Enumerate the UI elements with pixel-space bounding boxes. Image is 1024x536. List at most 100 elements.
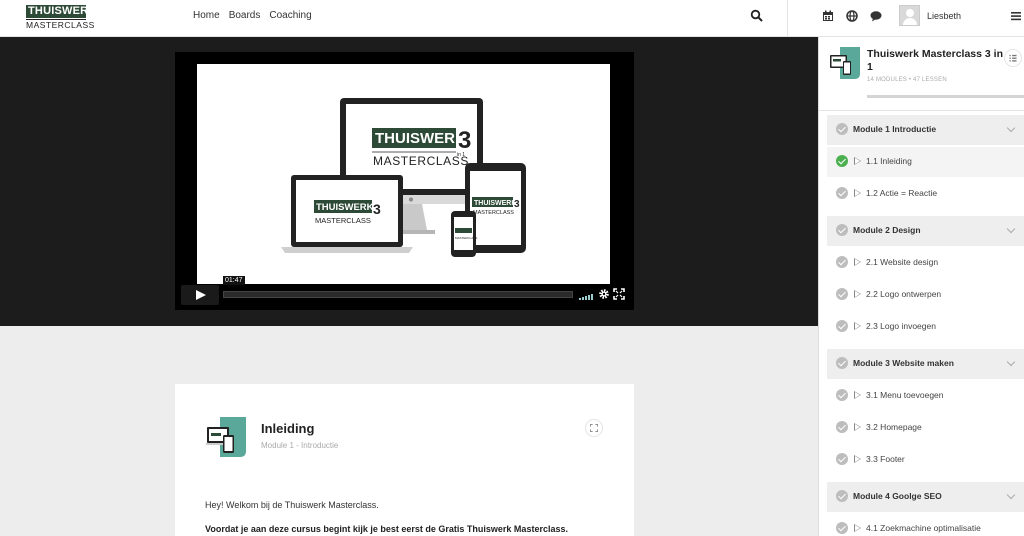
module-label: Module 4 Goolge SEO <box>853 491 942 501</box>
lesson-label: 2.1 Website design <box>866 257 939 267</box>
check-icon <box>836 288 848 300</box>
globe-icon[interactable] <box>845 9 859 23</box>
play-icon <box>854 524 861 532</box>
play-icon <box>854 391 861 399</box>
nav-coaching[interactable]: Coaching <box>269 10 311 21</box>
check-icon <box>836 320 848 332</box>
chevron-down-icon[interactable] <box>1006 224 1016 234</box>
user-name[interactable]: Liesbeth <box>927 11 961 21</box>
svg-text:MASTERCLASS: MASTERCLASS <box>455 236 477 240</box>
svg-text:THUISWERK: THUISWERK <box>375 130 466 147</box>
lesson-row-2-1[interactable]: 2.1 Website design <box>827 248 1024 278</box>
calendar-icon[interactable] <box>821 9 835 23</box>
play-icon <box>854 189 861 197</box>
nav-boards[interactable]: Boards <box>229 10 261 21</box>
course-meta: 14 MODULES • 47 LESSEN <box>867 77 947 83</box>
check-icon <box>836 256 848 268</box>
hamburger-icon[interactable] <box>1009 9 1023 23</box>
devices-illustration: THUISWERK 3 in 1 MASTERCLASS THUISWERK 3… <box>281 98 526 257</box>
lesson-label: 3.1 Menu toevoegen <box>866 390 944 400</box>
sidebar-divider <box>819 110 1024 111</box>
module-row-2[interactable]: Module 2 Design <box>827 216 1024 246</box>
check-icon <box>836 421 848 433</box>
lesson-label: 2.3 Logo invoegen <box>866 321 936 331</box>
video-progress-bar[interactable] <box>223 291 573 298</box>
check-icon <box>836 187 848 199</box>
lesson-thumbnail <box>206 417 246 457</box>
lesson-label: 3.3 Footer <box>866 454 905 464</box>
course-title: Thuiswerk Masterclass 3 in 1 <box>867 48 1003 73</box>
svg-text:3: 3 <box>458 127 471 154</box>
play-button[interactable] <box>181 285 219 305</box>
logo-top-text: THUISWERK <box>26 5 97 18</box>
user-menu[interactable]: Liesbeth <box>899 5 961 26</box>
check-icon <box>836 123 848 135</box>
lesson-row-3-1[interactable]: 3.1 Menu toevoegen <box>827 381 1024 411</box>
video-player[interactable]: THUISWERK 3 in 1 MASTERCLASS THUISWERK 3… <box>175 52 634 310</box>
avatar[interactable] <box>899 5 920 26</box>
play-icon <box>854 258 861 266</box>
svg-text:MASTERCLASS: MASTERCLASS <box>373 154 469 168</box>
module-row-3[interactable]: Module 3 Website maken <box>827 349 1024 379</box>
svg-text:MASTERCLASS: MASTERCLASS <box>315 216 371 225</box>
svg-text:THUISWERK: THUISWERK <box>316 202 374 213</box>
lesson-row-1-1[interactable]: 1.1 Inleiding <box>827 147 1024 177</box>
lesson-row-3-3[interactable]: 3.3 Footer <box>827 445 1024 475</box>
expand-icon[interactable] <box>585 419 603 437</box>
video-time: 01:47 <box>223 276 245 285</box>
module-label: Module 3 Website maken <box>853 358 954 368</box>
lesson-content-card: Inleiding Module 1 - Introductie Hey! We… <box>175 384 634 536</box>
play-icon <box>854 322 861 330</box>
check-icon <box>836 357 848 369</box>
lesson-paragraph-1: Hey! Welkom bij de Thuiswerk Masterclass… <box>205 500 379 510</box>
play-icon <box>854 455 861 463</box>
svg-text:MASTERCLASS: MASTERCLASS <box>473 210 514 216</box>
chat-icon[interactable] <box>869 9 883 23</box>
chevron-down-icon[interactable] <box>1006 123 1016 133</box>
lesson-label: 4.1 Zoekmachine optimalisatie <box>866 523 981 533</box>
svg-text:THUISWERK: THUISWERK <box>474 200 516 207</box>
header-divider <box>787 0 788 36</box>
main-nav: Home Boards Coaching <box>193 10 312 21</box>
svg-text:3: 3 <box>373 201 381 217</box>
course-progress-bar <box>867 95 1024 98</box>
lesson-row-2-2[interactable]: 2.2 Logo ontwerpen <box>827 280 1024 310</box>
lesson-label: 3.2 Homepage <box>866 422 922 432</box>
play-icon <box>854 290 861 298</box>
module-label: Module 1 Introductie <box>853 124 937 134</box>
top-bar: THUISWERK MASTERCLASS Home Boards Coachi… <box>0 0 1024 37</box>
chevron-down-icon[interactable] <box>1006 357 1016 367</box>
module-row-4[interactable]: Module 4 Goolge SEO <box>827 482 1024 512</box>
check-icon <box>836 453 848 465</box>
video-frame[interactable]: THUISWERK 3 in 1 MASTERCLASS THUISWERK 3… <box>197 64 610 284</box>
lesson-row-2-3[interactable]: 2.3 Logo invoegen <box>827 312 1024 342</box>
check-icon <box>836 522 848 534</box>
nav-home[interactable]: Home <box>193 10 220 21</box>
check-icon <box>836 490 848 502</box>
course-sidebar: Thuiswerk Masterclass 3 in 1 14 MODULES … <box>818 37 1024 536</box>
list-icon[interactable] <box>1004 49 1022 67</box>
play-icon <box>854 423 861 431</box>
logo-bottom-text: MASTERCLASS <box>26 19 95 30</box>
lesson-label: 2.2 Logo ontwerpen <box>866 289 942 299</box>
check-icon <box>836 389 848 401</box>
volume-control[interactable] <box>579 290 595 300</box>
chevron-down-icon[interactable] <box>1006 490 1016 500</box>
video-controls: 01:47 <box>181 276 628 305</box>
lesson-row-4-1[interactable]: 4.1 Zoekmachine optimalisatie <box>827 514 1024 536</box>
course-thumbnail <box>830 47 860 79</box>
lesson-subtitle: Module 1 - Introductie <box>261 441 339 450</box>
site-logo[interactable]: THUISWERK MASTERCLASS <box>26 5 97 30</box>
gear-icon[interactable] <box>598 288 610 300</box>
check-icon <box>836 224 848 236</box>
check-icon-completed <box>836 155 848 167</box>
lesson-title: Inleiding <box>261 421 315 436</box>
play-icon <box>854 157 861 165</box>
svg-text:3: 3 <box>514 199 520 210</box>
search-icon[interactable] <box>750 9 764 23</box>
lesson-row-1-2[interactable]: 1.2 Actie = Reactie <box>827 179 1024 209</box>
lesson-row-3-2[interactable]: 3.2 Homepage <box>827 413 1024 443</box>
fullscreen-icon[interactable] <box>613 288 625 300</box>
lesson-label: 1.2 Actie = Reactie <box>866 188 938 198</box>
module-row-1[interactable]: Module 1 Introductie <box>827 115 1024 145</box>
